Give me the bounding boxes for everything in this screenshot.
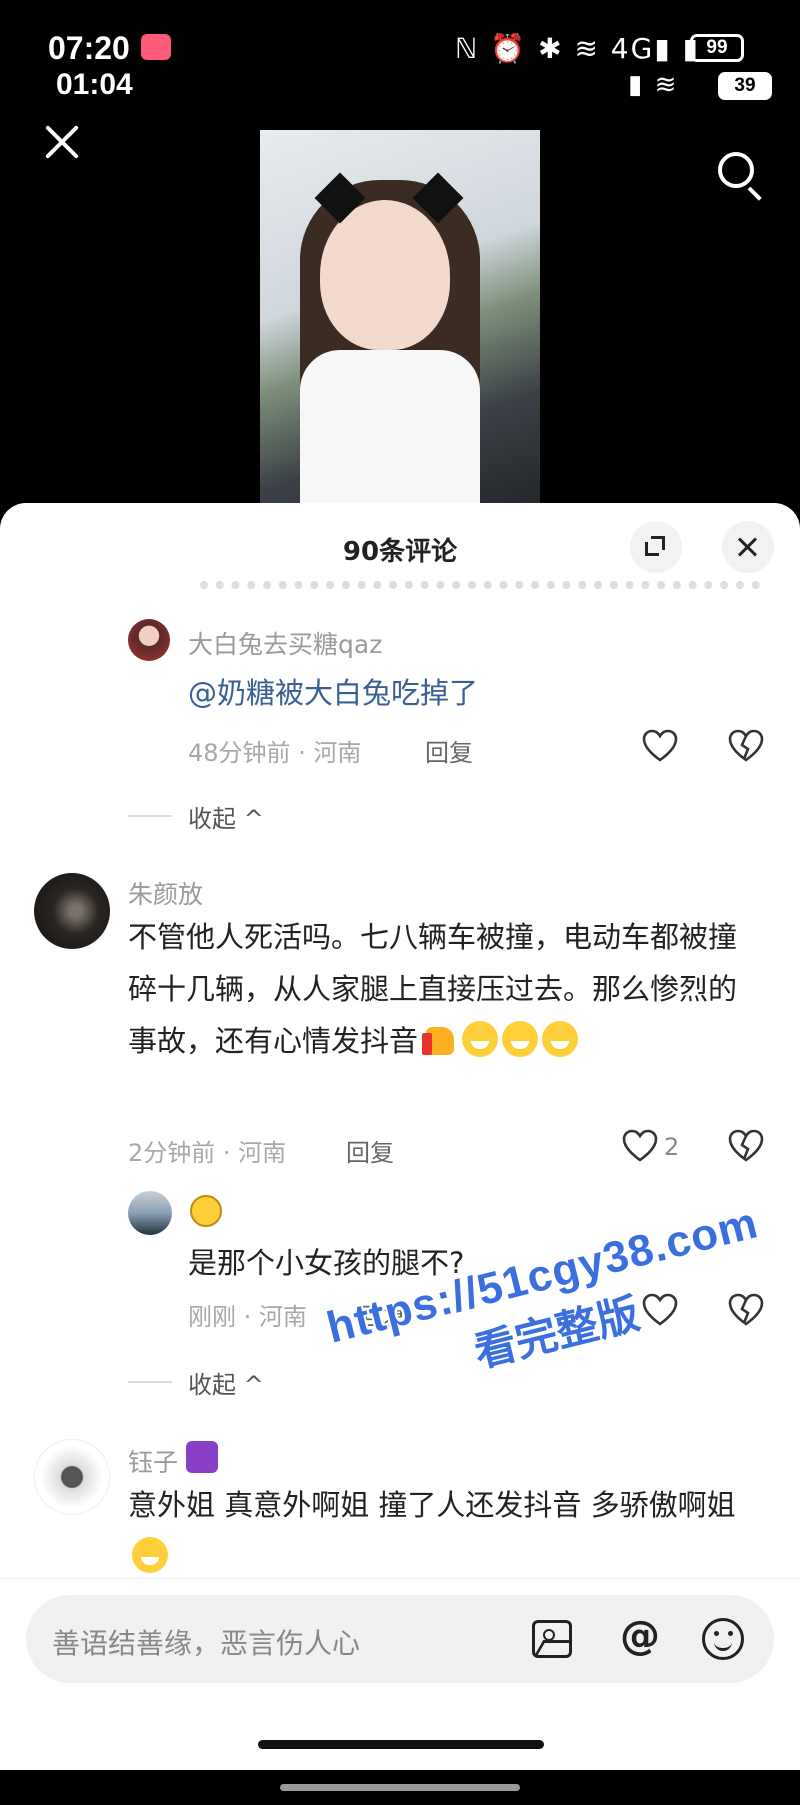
app-notification-icon bbox=[141, 34, 171, 60]
divider bbox=[128, 1381, 172, 1383]
dislike-icon[interactable] bbox=[728, 1129, 764, 1163]
like-icon[interactable] bbox=[642, 1293, 678, 1327]
reply-meta: 刚刚 · 河南 bbox=[188, 1303, 307, 1331]
grin-sweat-emoji bbox=[542, 1021, 579, 1057]
emoji-username-icon bbox=[190, 1195, 222, 1227]
grin-sweat-emoji bbox=[462, 1021, 499, 1057]
like-icon[interactable] bbox=[622, 1129, 658, 1163]
reply-text: 是那个小女孩的腿不? bbox=[188, 1246, 465, 1280]
video-thumbnail[interactable] bbox=[260, 130, 540, 510]
comment-input[interactable]: 善语结善缘，恶言伤人心 @ bbox=[26, 1595, 774, 1683]
close-video-icon[interactable] bbox=[40, 120, 84, 164]
status-time-secondary: 01:04 bbox=[56, 68, 133, 101]
status-bar: 07:20 01:04 ℕ ⏰ ✱ ≋ 4G▮ ▮ 99 ▮ ≋ 39 bbox=[0, 0, 800, 120]
reply-button[interactable]: 回复 bbox=[425, 733, 473, 768]
thumbs-up-emoji bbox=[422, 1021, 458, 1057]
comment-meta: 2分钟前 · 河南 bbox=[128, 1139, 287, 1167]
emoji-icon[interactable] bbox=[702, 1618, 744, 1660]
dislike-icon[interactable] bbox=[728, 729, 764, 763]
grin-sweat-emoji bbox=[502, 1021, 539, 1057]
reply-button[interactable]: 回复 bbox=[358, 1297, 406, 1332]
bottom-bar bbox=[0, 1770, 800, 1805]
comment-author[interactable]: 钰子 bbox=[128, 1443, 178, 1479]
comment-input-bar: 善语结善缘，恶言伤人心 @ bbox=[0, 1578, 800, 1728]
expand-icon[interactable] bbox=[630, 521, 682, 573]
crescent-badge-icon bbox=[186, 1441, 218, 1473]
dislike-icon[interactable] bbox=[728, 1293, 764, 1327]
comment-author[interactable]: 朱颜放 bbox=[128, 875, 203, 911]
comment-text-body: 意外姐 真意外啊姐 撞了人还发抖音 多骄傲啊姐 bbox=[128, 1488, 736, 1522]
search-icon[interactable] bbox=[718, 152, 766, 201]
divider bbox=[128, 815, 172, 817]
grin-sweat-emoji bbox=[132, 1537, 168, 1573]
avatar[interactable] bbox=[34, 1439, 110, 1515]
collapse-replies-button[interactable]: 收起 ^ bbox=[188, 1365, 264, 1400]
comment-text: 不管他人死活吗。七八辆车被撞，电动车都被撞碎十几辆，从人家腿上直接压过去。那么惨… bbox=[128, 911, 758, 1067]
reply-text: @奶糖被大白兔吃掉了 bbox=[188, 676, 479, 710]
like-icon[interactable] bbox=[642, 729, 678, 763]
reply-meta: 48分钟前 · 河南 bbox=[188, 739, 362, 767]
battery-icon-secondary: 39 bbox=[718, 72, 772, 100]
home-indicator[interactable] bbox=[258, 1740, 544, 1749]
close-comments-icon[interactable] bbox=[722, 521, 774, 573]
avatar[interactable] bbox=[128, 1191, 172, 1235]
status-time: 07:20 bbox=[48, 30, 130, 66]
signal-wifi-icons: ℕ ⏰ ✱ ≋ 4G▮ ▮ bbox=[455, 32, 701, 65]
reply-author[interactable]: 大白兔去买糖qaz bbox=[188, 625, 382, 661]
collapse-replies-button[interactable]: 收起 ^ bbox=[188, 799, 264, 834]
image-icon[interactable] bbox=[532, 1620, 572, 1658]
clipped-previous-row bbox=[200, 581, 760, 593]
reply-button[interactable]: 回复 bbox=[346, 1133, 394, 1168]
mention-icon[interactable]: @ bbox=[616, 1613, 664, 1661]
signal-wifi-icons-secondary: ▮ ≋ bbox=[628, 70, 679, 100]
comment-input-placeholder[interactable]: 善语结善缘，恶言伤人心 bbox=[52, 1622, 360, 1662]
avatar[interactable] bbox=[128, 619, 170, 661]
battery-icon: 99 bbox=[690, 34, 744, 62]
comment-text: 意外姐 真意外啊姐 撞了人还发抖音 多骄傲啊姐 bbox=[128, 1479, 768, 1583]
like-count: 2 bbox=[664, 1133, 680, 1161]
avatar[interactable] bbox=[34, 873, 110, 949]
